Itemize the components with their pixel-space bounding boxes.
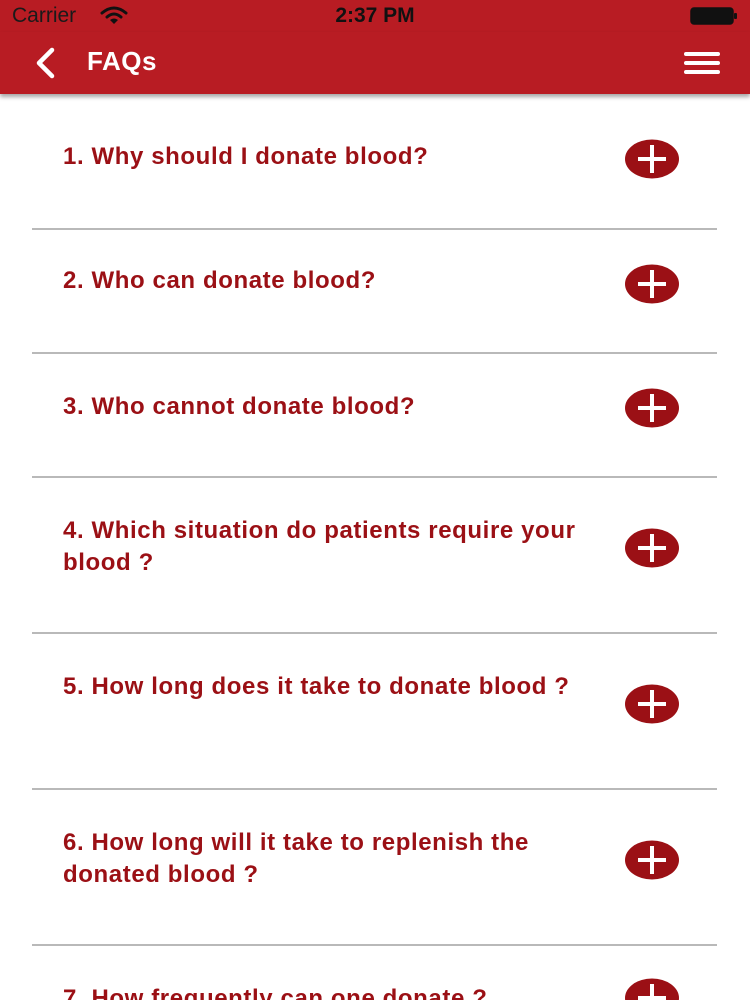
faq-item[interactable]: 7. How frequently can one donate ?: [32, 946, 717, 1000]
page-title: FAQs: [87, 46, 157, 76]
plus-circle-icon[interactable]: [624, 528, 680, 568]
status-time: 2:37 PM: [335, 4, 415, 27]
faq-question: 6. How long will it take to replenish th…: [63, 829, 529, 888]
faq-item[interactable]: 6. How long will it take to replenish th…: [32, 790, 717, 946]
faq-question: 4. Which situation do patients require y…: [63, 517, 576, 576]
faq-item[interactable]: 5. How long does it take to donate blood…: [32, 634, 717, 790]
plus-circle-icon[interactable]: [624, 264, 680, 304]
plus-circle-icon[interactable]: [624, 684, 680, 724]
back-chevron-icon[interactable]: [28, 44, 68, 82]
hamburger-menu-icon[interactable]: [682, 48, 722, 78]
status-bar: Carrier 2:37 PM: [0, 0, 750, 32]
faq-question: 2. Who can donate blood?: [63, 267, 377, 294]
faq-question: 5. How long does it take to donate blood…: [63, 673, 570, 700]
battery-icon: [690, 7, 737, 25]
plus-circle-icon[interactable]: [624, 840, 680, 880]
faq-question: 7. How frequently can one donate ?: [63, 985, 488, 1000]
faq-question: 1. Why should I donate blood?: [63, 143, 429, 170]
navigation-bar: FAQs: [0, 32, 750, 94]
plus-circle-icon[interactable]: [624, 978, 680, 1000]
faq-item[interactable]: 2. Who can donate blood?: [32, 230, 717, 354]
faq-screen: Carrier 2:37 PM FAQs 1. Why should I don…: [0, 0, 750, 1000]
plus-circle-icon[interactable]: [624, 388, 680, 428]
faq-question: 3. Who cannot donate blood?: [63, 393, 416, 420]
faq-item[interactable]: 3. Who cannot donate blood?: [32, 354, 717, 478]
faq-item[interactable]: 4. Which situation do patients require y…: [32, 478, 717, 634]
plus-circle-icon[interactable]: [624, 139, 680, 179]
faq-item[interactable]: 1. Why should I donate blood?: [32, 94, 717, 230]
